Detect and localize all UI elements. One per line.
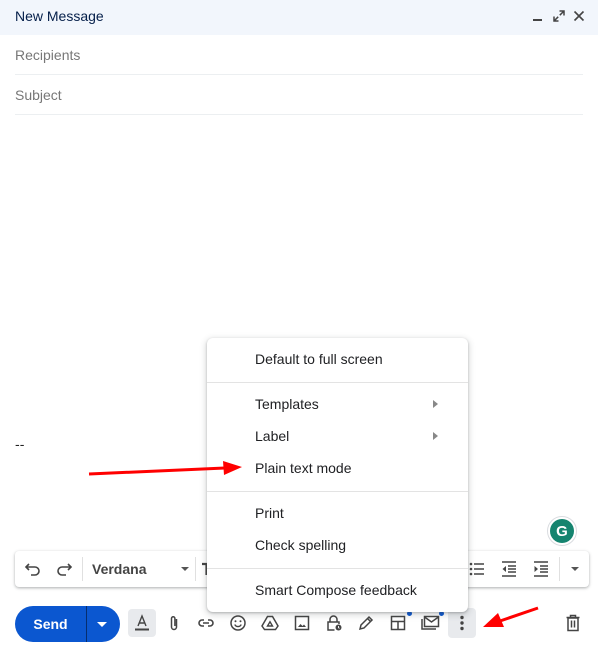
undo-icon (24, 563, 40, 576)
menu-item-label: Label (255, 428, 290, 444)
fullscreen-button[interactable] (550, 6, 568, 26)
insert-photo-button[interactable] (288, 609, 316, 637)
menu-item-label: Plain text mode (255, 460, 352, 476)
minimize-icon (533, 19, 542, 21)
submenu-arrow-icon (433, 432, 438, 440)
more-options-icon (460, 615, 464, 631)
menu-item-check-spelling[interactable]: Check spelling (207, 530, 468, 562)
menu-item-label: Print (255, 505, 284, 521)
google-drive-icon (261, 615, 279, 631)
minimize-button[interactable] (529, 6, 547, 26)
close-button[interactable] (570, 6, 588, 26)
insert-link-button[interactable] (192, 609, 220, 637)
discard-draft-icon (566, 614, 580, 632)
insert-emoji-button[interactable] (224, 609, 252, 637)
schedule-email-icon (421, 615, 440, 630)
menu-item-print[interactable]: Print (207, 498, 468, 530)
menu-divider (207, 568, 468, 569)
chevron-down-icon (181, 567, 189, 571)
menu-item-plain-text-mode[interactable]: Plain text mode (207, 453, 468, 485)
more-formatting-button[interactable] (563, 557, 587, 581)
menu-item-label: Check spelling (255, 537, 347, 553)
insert-link-icon (198, 619, 214, 627)
font-family-value: Verdana (92, 561, 147, 577)
indent-less-button[interactable] (497, 557, 521, 581)
more-formatting-icon (571, 567, 579, 571)
compose-title: New Message (15, 8, 104, 24)
expand-icon (553, 10, 565, 22)
submenu-arrow-icon (433, 400, 438, 408)
menu-divider (207, 382, 468, 383)
indent-more-button[interactable] (529, 557, 553, 581)
insert-photo-icon (294, 615, 310, 631)
close-icon (573, 10, 585, 22)
layouts-button[interactable] (384, 609, 412, 637)
indent-less-icon (502, 561, 516, 577)
indent-more-icon (534, 561, 548, 577)
arrow-to-more-options (483, 606, 539, 627)
grammarly-icon: G (550, 519, 574, 543)
signature-icon (358, 615, 374, 631)
toolbar-divider (559, 557, 560, 581)
confidential-mode-icon (327, 615, 342, 631)
compose-header: New Message (0, 0, 598, 35)
discard-draft-button[interactable] (559, 609, 587, 637)
schedule-email-button[interactable] (416, 609, 444, 637)
signature-text: -- (15, 438, 25, 453)
send-group: Send (15, 606, 120, 642)
google-drive-button[interactable] (256, 609, 284, 637)
menu-item-label: Templates (255, 396, 319, 412)
insert-emoji-icon (230, 615, 246, 631)
undo-button[interactable] (21, 557, 45, 581)
chevron-down-icon (97, 621, 107, 627)
bulleted-list-icon (469, 562, 484, 576)
formatting-options-button[interactable] (128, 609, 156, 637)
redo-icon (57, 563, 73, 576)
subject-input[interactable] (15, 75, 583, 114)
more-options-button[interactable] (448, 608, 476, 638)
formatting-options-icon (135, 614, 149, 631)
menu-item-label: Smart Compose feedback (255, 582, 417, 598)
send-button[interactable]: Send (15, 606, 87, 642)
recipients-row (15, 35, 583, 75)
menu-divider (207, 491, 468, 492)
grammarly-button[interactable]: G (547, 516, 577, 546)
insert-signature-button[interactable] (352, 609, 380, 637)
confidential-mode-button[interactable] (320, 609, 348, 637)
menu-item-templates[interactable]: Templates (207, 389, 468, 421)
toolbar-divider (82, 557, 83, 581)
menu-item-default-full-screen[interactable]: Default to full screen (207, 344, 468, 376)
layouts-icon (390, 615, 406, 631)
attach-file-button[interactable] (160, 609, 188, 637)
menu-item-label: Default to full screen (255, 351, 383, 367)
recipients-input[interactable] (15, 35, 583, 74)
font-family-select[interactable]: Verdana (85, 557, 189, 581)
subject-row (15, 75, 583, 115)
menu-item-label-submenu[interactable]: Label (207, 421, 468, 453)
redo-button[interactable] (52, 557, 76, 581)
bulleted-list-button[interactable] (465, 557, 489, 581)
attach-file-icon (170, 616, 178, 631)
menu-item-smart-compose-feedback[interactable]: Smart Compose feedback (207, 575, 468, 607)
more-options-menu: Default to full screen Templates Label P… (207, 338, 468, 612)
send-options-button[interactable] (87, 606, 120, 642)
